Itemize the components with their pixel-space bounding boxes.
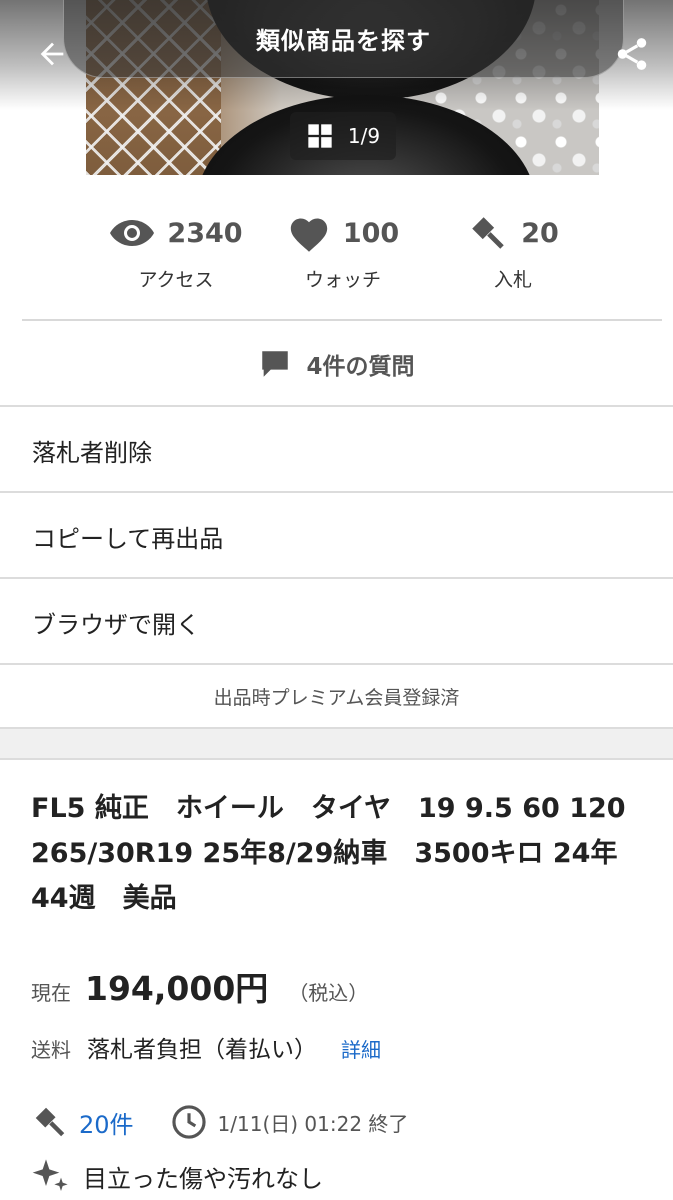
menu-item-copy-relist[interactable]: コピーして再出品 (0, 493, 673, 579)
back-button[interactable] (26, 28, 78, 80)
questions-button[interactable]: 4件の質問 (0, 321, 673, 406)
grid-icon (308, 124, 332, 148)
item-title: FL5 純正 ホイール タイヤ 19 9.5 60 120 265/30R19 … (31, 793, 626, 914)
premium-member-note: 出品時プレミアム会員登録済 (213, 686, 460, 709)
gavel-icon (472, 217, 504, 249)
stat-access: 2340 アクセス (86, 213, 266, 292)
stat-watch-label: ウォッチ (304, 269, 381, 291)
bid-info-row: 20件 1/11(日) 01:22 終了 (31, 1100, 408, 1144)
stat-bids-value: 20 (521, 217, 559, 249)
find-similar-button[interactable]: 類似商品を探す (63, 0, 624, 78)
share-icon (617, 38, 647, 70)
condition-row: 目立った傷や汚れなし (31, 1156, 323, 1196)
bid-count-link[interactable]: 20件 (79, 1105, 134, 1140)
stat-bids-label: 入札 (493, 269, 532, 291)
stat-watch[interactable]: 100 ウォッチ (253, 213, 433, 292)
share-button[interactable] (606, 28, 658, 80)
arrow-left-icon (40, 42, 64, 66)
shipping-detail-link[interactable]: 詳細 (341, 1034, 381, 1063)
gavel-icon (35, 1107, 65, 1137)
menu-item-delete-winner[interactable]: 落札者削除 (0, 407, 673, 493)
price-label: 現在 (31, 981, 71, 1005)
clock-icon (171, 1105, 206, 1139)
shipping-value: 落札者負担（着払い） (87, 1037, 317, 1063)
image-counter[interactable]: 1/9 (290, 112, 396, 160)
menu-item-open-browser[interactable]: ブラウザで開く (0, 579, 673, 665)
price-tax-note: （税込） (288, 981, 369, 1005)
shipping-row: 送料 落札者負担（着払い） 詳細 (31, 1030, 381, 1066)
price-row: 現在 194,000円 （税込） (31, 962, 368, 1012)
stat-access-value: 2340 (167, 217, 243, 249)
end-time: 1/11(日) 01:22 終了 (217, 1111, 409, 1136)
item-photo-area[interactable]: 類似商品を探す 1/9 (0, 0, 673, 175)
questions-label: 4件の質問 (306, 353, 415, 380)
stat-watch-value: 100 (342, 217, 400, 249)
price-value: 194,000円 (85, 969, 269, 1008)
image-counter-text: 1/9 (347, 124, 381, 148)
item-condition: 目立った傷や汚れなし (83, 1164, 323, 1193)
section-separator (0, 727, 673, 760)
stat-bids: 20 入札 (423, 213, 603, 292)
heart-icon (290, 218, 327, 252)
shipping-label: 送料 (31, 1038, 71, 1062)
eye-icon (110, 220, 155, 246)
sparkle-icon (32, 1159, 68, 1191)
speech-bubble-icon (262, 350, 289, 377)
item-stats: 2340 アクセス 100 ウォッチ 20 入札 (0, 175, 673, 320)
stat-access-label: アクセス (138, 269, 214, 291)
